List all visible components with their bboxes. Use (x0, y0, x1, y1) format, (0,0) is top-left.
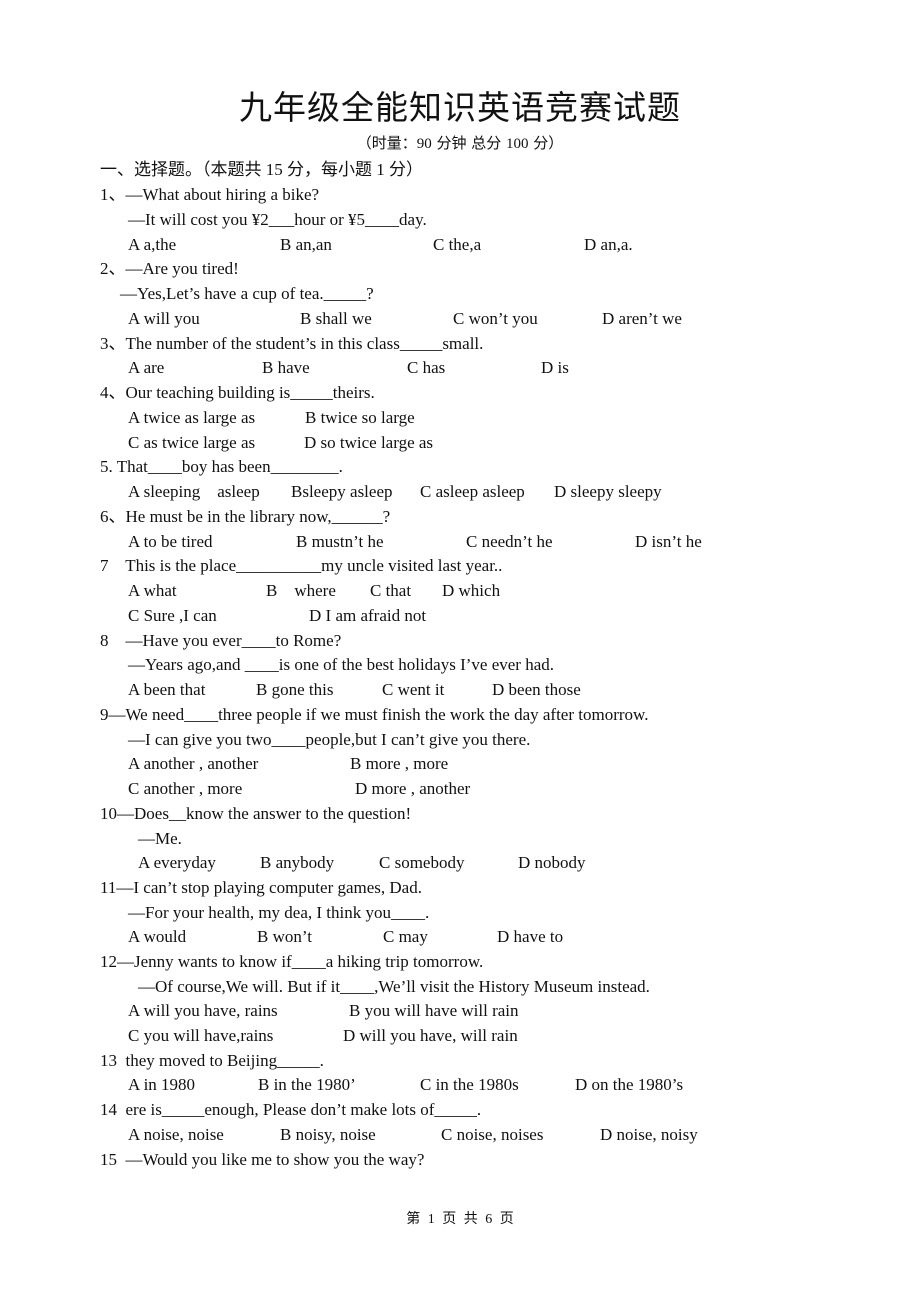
page-title: 九年级全能知识英语竞赛试题 (239, 91, 681, 127)
option-b: B more , more (350, 754, 449, 773)
option-c: C somebody (379, 853, 465, 872)
option-a: A will you have, rains (128, 1001, 278, 1020)
question-reply: —Me. (138, 829, 182, 848)
option-a: A been that (128, 680, 206, 699)
option-c: C that (370, 581, 412, 600)
option-c: C in the 1980s (420, 1075, 519, 1094)
option-b: B noisy, noise (280, 1125, 376, 1144)
option-b: B you will have will rain (349, 1001, 519, 1020)
question-reply: —Of course,We will. But if it____,We’ll … (138, 977, 650, 996)
option-d: D aren’t we (602, 309, 682, 328)
option-b: B gone this (256, 680, 334, 699)
option-c: C asleep asleep (420, 482, 525, 501)
option-b: Bsleepy asleep (291, 482, 393, 501)
option-d: D noise, noisy (600, 1125, 698, 1144)
question-reply: —For your health, my dea, I think you___… (128, 903, 430, 922)
option-b: B where (266, 581, 336, 600)
option-d: D nobody (518, 853, 586, 872)
question-stem: 3、The number of the student’s in this cl… (100, 334, 484, 353)
question-reply: —It will cost you ¥2___hour or ¥5____day… (128, 210, 427, 229)
page-footer: 第 1 页 共 6 页 (406, 1212, 514, 1227)
option-c-extra: C Sure ,I can (128, 606, 217, 625)
question-stem: 8 —Have you ever____to Rome? (100, 631, 342, 650)
question-stem: 1、—What about hiring a bike? (100, 185, 320, 204)
option-d: D sleepy sleepy (554, 482, 662, 501)
option-c: C noise, noises (441, 1125, 544, 1144)
option-c: C won’t you (453, 309, 538, 328)
question-stem: 10—Does__know the answer to the question… (100, 804, 412, 823)
question-stem: 14 ere is_____enough, Please don’t make … (100, 1100, 482, 1119)
question-stem: 9—We need____three people if we must fin… (100, 705, 649, 724)
option-d: D will you have, will rain (343, 1026, 518, 1045)
option-c: C needn’t he (466, 532, 553, 551)
option-c: C has (407, 358, 446, 377)
option-d: D more , another (355, 779, 471, 798)
option-d-extra: D I am afraid not (309, 606, 427, 625)
question-stem: 2、—Are you tired! (100, 259, 239, 278)
option-b: B in the 1980’ (258, 1075, 356, 1094)
question-stem: 15 —Would you like me to show you the wa… (100, 1150, 425, 1169)
option-b: B an,an (280, 235, 332, 254)
question-stem: 7 This is the place__________my uncle vi… (100, 556, 503, 575)
option-a: A sleeping asleep (128, 482, 260, 501)
option-a: A in 1980 (128, 1075, 196, 1094)
question-reply: —Yes,Let’s have a cup of tea._____? (120, 284, 374, 303)
question-reply: —Years ago,and ____is one of the best ho… (128, 655, 555, 674)
option-b: B mustn’t he (296, 532, 384, 551)
question-stem: 4、Our teaching building is_____theirs. (100, 383, 375, 402)
option-b: B shall we (300, 309, 372, 328)
section-heading: 一、选择题。（本题共 15 分，每小题 1 分） (100, 160, 423, 179)
question-stem: 12—Jenny wants to know if____a hiking tr… (100, 952, 484, 971)
option-a: A will you (128, 309, 200, 328)
option-b: B anybody (260, 853, 335, 872)
option-d: D so twice large as (304, 433, 434, 452)
question-stem: 11—I can’t stop playing computer games, … (100, 878, 422, 897)
option-b: B twice so large (305, 408, 415, 427)
option-a: A twice as large as (128, 408, 256, 427)
option-d: D which (442, 581, 501, 600)
option-d: D is (541, 358, 569, 377)
option-a: A would (128, 927, 187, 946)
option-a: A what (128, 581, 177, 600)
option-d: D been those (492, 680, 581, 699)
option-a: A another , another (128, 754, 259, 773)
option-a: A to be tired (128, 532, 213, 551)
option-c: C went it (382, 680, 445, 699)
option-b: B won’t (257, 927, 312, 946)
option-c: C the,a (433, 235, 482, 254)
option-d: D isn’t he (635, 532, 702, 551)
option-d: D have to (497, 927, 564, 946)
option-d: D an,a. (584, 235, 633, 254)
question-reply: —I can give you two____people,but I can’… (128, 730, 531, 749)
question-stem: 6、He must be in the library now,______? (100, 507, 391, 526)
option-a: A noise, noise (128, 1125, 224, 1144)
option-c: C another , more (128, 779, 243, 798)
option-a: A are (128, 358, 165, 377)
option-c: C as twice large as (128, 433, 256, 452)
question-stem: 5. That____boy has been________. (100, 457, 343, 476)
option-b: B have (262, 358, 310, 377)
question-stem: 13 they moved to Beijing_____. (100, 1051, 324, 1070)
option-c: C you will have,rains (128, 1026, 274, 1045)
exam-info: （时量：90 分钟 总分 100 分） (356, 136, 564, 152)
option-c: C may (383, 927, 428, 946)
option-a: A everyday (138, 853, 216, 872)
option-d: D on the 1980’s (575, 1075, 684, 1094)
option-a: A a,the (128, 235, 177, 254)
